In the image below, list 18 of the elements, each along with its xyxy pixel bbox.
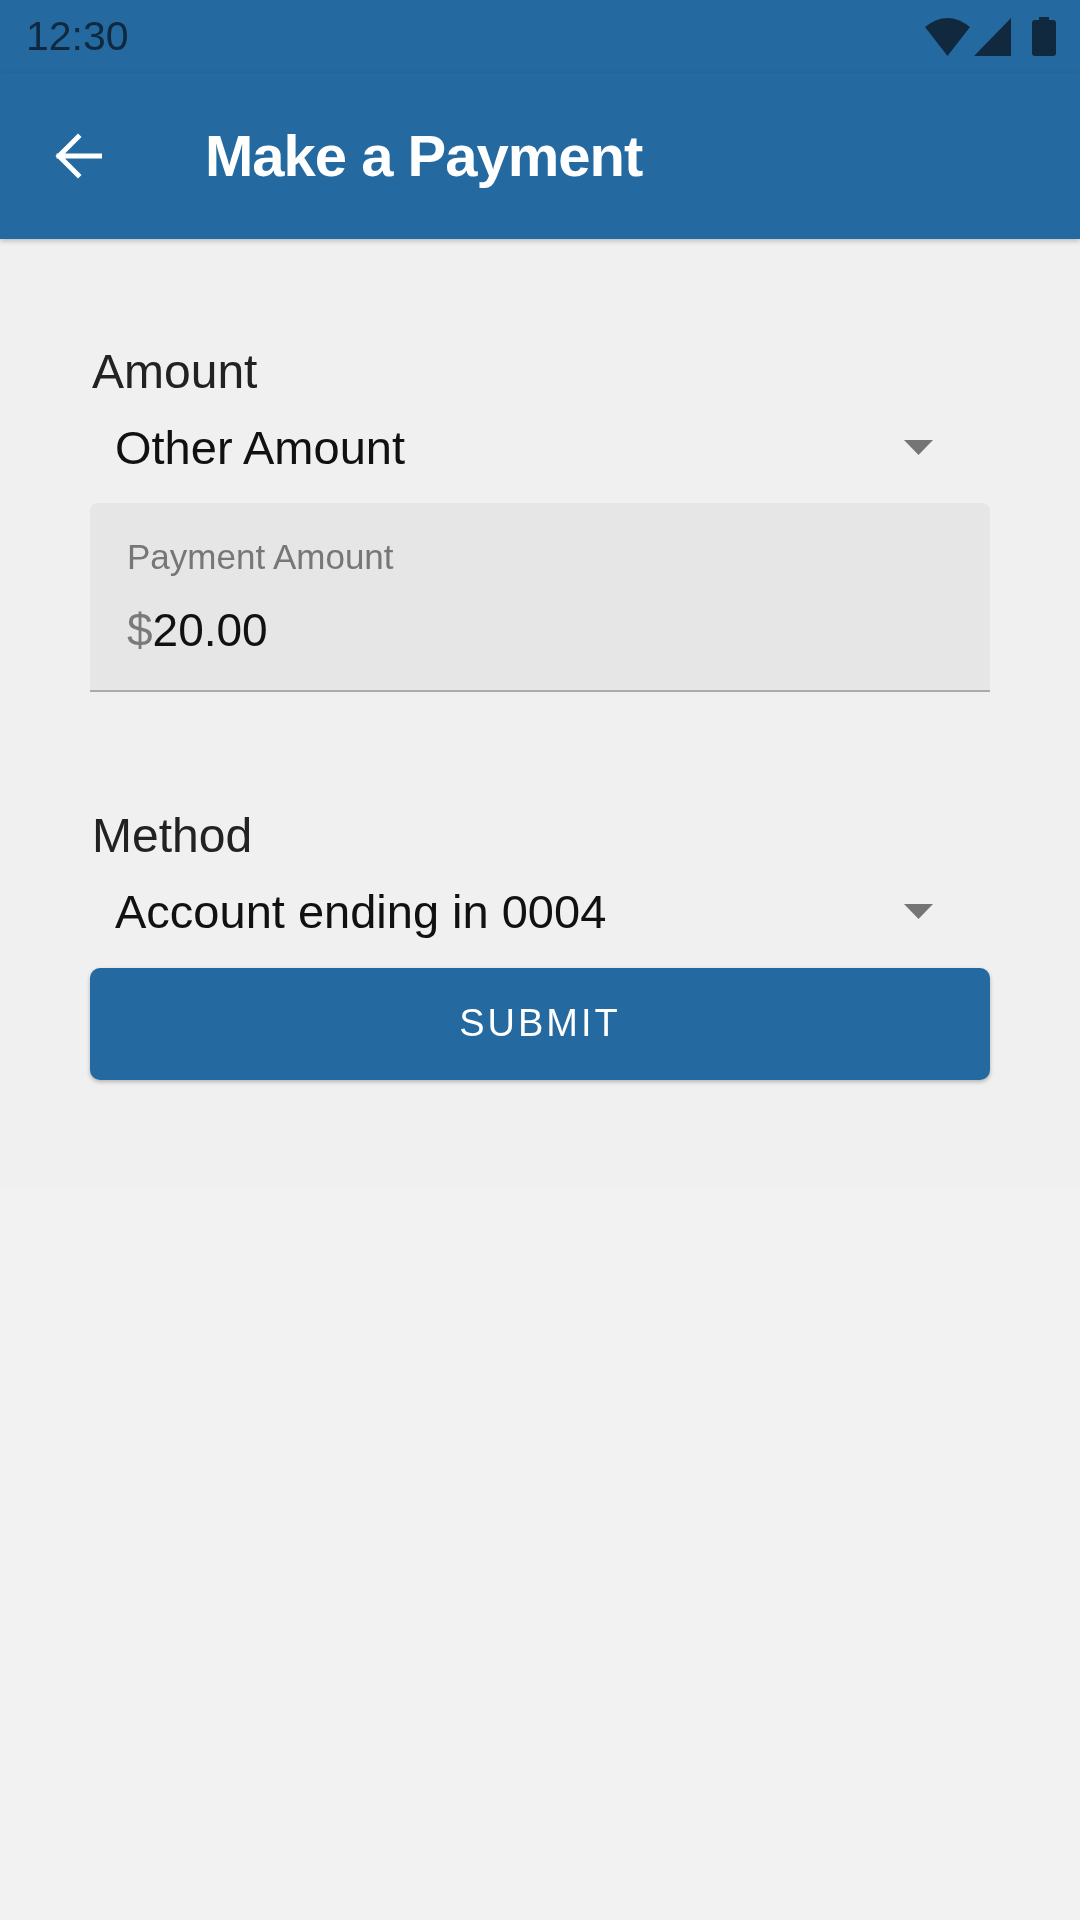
battery-icon [1032, 17, 1056, 56]
amount-input-field[interactable]: Payment Amount $20.00 [90, 503, 990, 692]
screen-title: Make a Payment [205, 122, 643, 191]
wifi-icon [925, 17, 970, 56]
field-label: Method [91, 808, 253, 864]
floating-label: Payment Amount [127, 536, 394, 578]
caret-down-icon [904, 440, 933, 456]
dropdown-select[interactable]: Other Amount [90, 409, 990, 486]
dropdown-select[interactable]: Account ending in 0004 [90, 873, 990, 950]
caret-down-icon [904, 904, 933, 920]
currency-prefix: $ [127, 603, 153, 658]
submit-button[interactable]: SUBMIT [90, 967, 990, 1080]
field-label: Amount [91, 344, 258, 400]
amount-value-input[interactable]: 20.00 [152, 603, 953, 659]
back-button[interactable] [54, 132, 102, 180]
back-arrow-icon [54, 132, 102, 180]
status-time: 12:30 [26, 11, 129, 61]
signal-icon [974, 17, 1011, 56]
